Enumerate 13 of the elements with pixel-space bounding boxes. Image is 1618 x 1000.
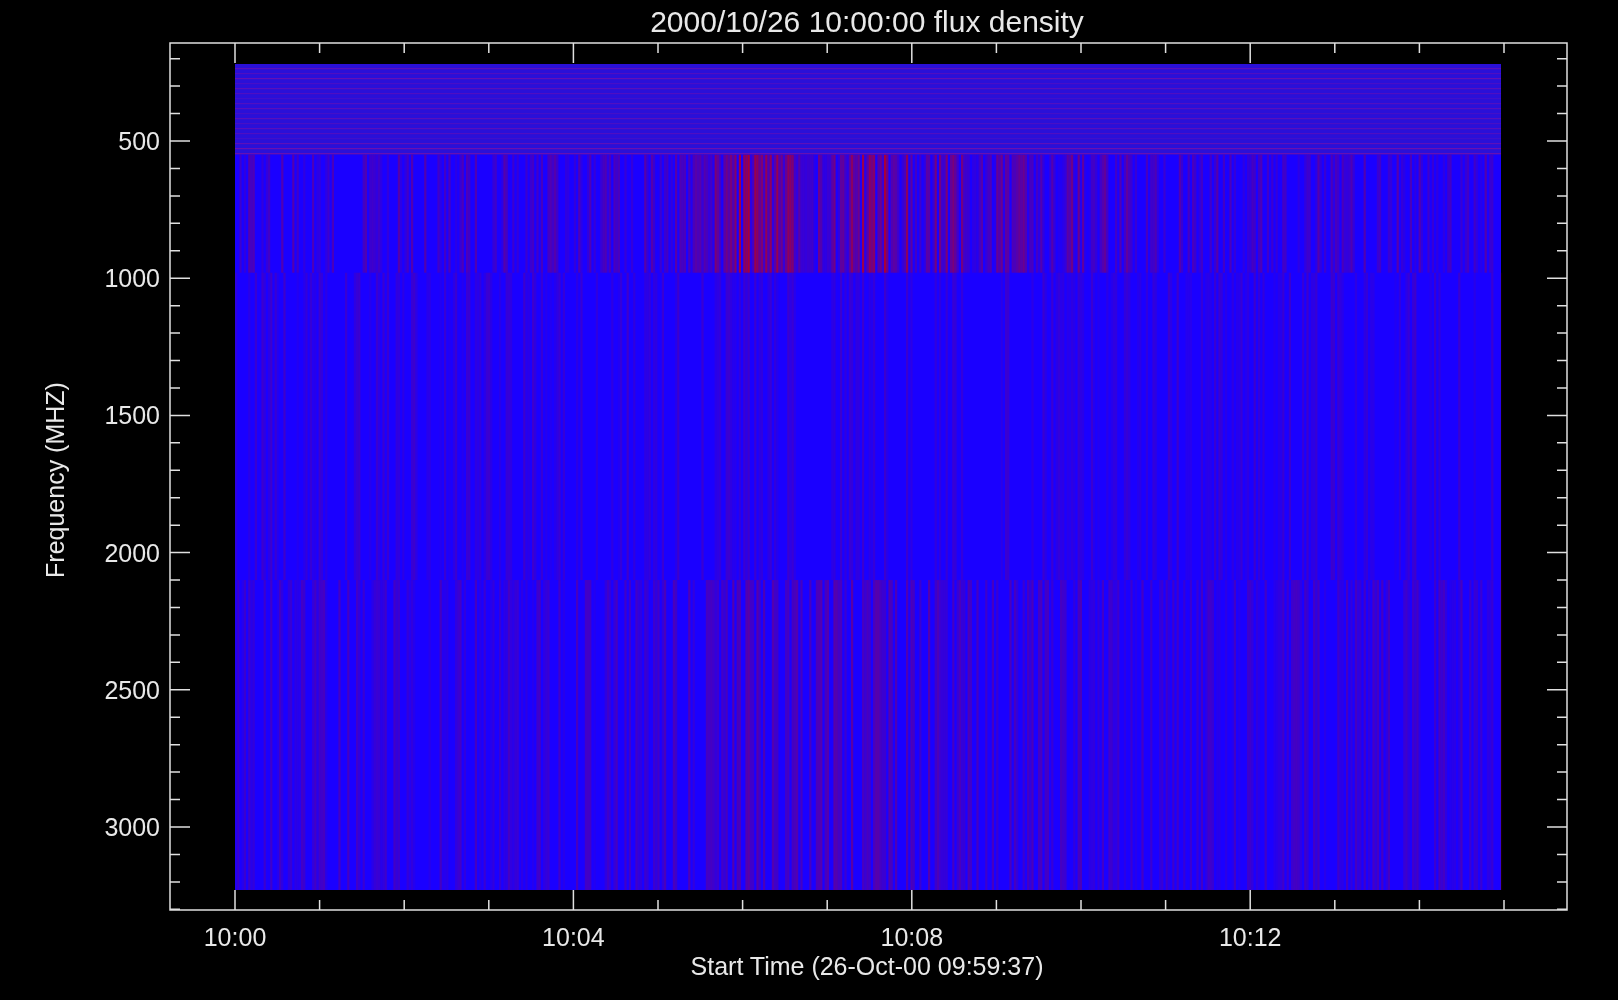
axis-tick-label: 10:08	[880, 923, 944, 951]
axis-tick-label: 2000	[104, 538, 160, 567]
chart-title: 2000/10/26 10:00:00 flux density	[650, 5, 1084, 38]
axis-tick-label: 2500	[104, 675, 160, 704]
axis-tick-label: 1500	[104, 401, 160, 430]
axis-tick-label: 10:12	[1218, 923, 1282, 951]
axis-tick-label: 10:00	[203, 923, 267, 951]
axis-title: Start Time (26-Oct-00 09:59:37)	[690, 952, 1044, 980]
axis-title: Frequency (MHZ)	[41, 382, 69, 578]
axis-tick-label: 500	[118, 127, 160, 155]
axis-tick-label: 3000	[104, 813, 160, 841]
axis-tick-label: 10:04	[542, 923, 605, 951]
axis-tick-label: 1000	[104, 264, 160, 293]
